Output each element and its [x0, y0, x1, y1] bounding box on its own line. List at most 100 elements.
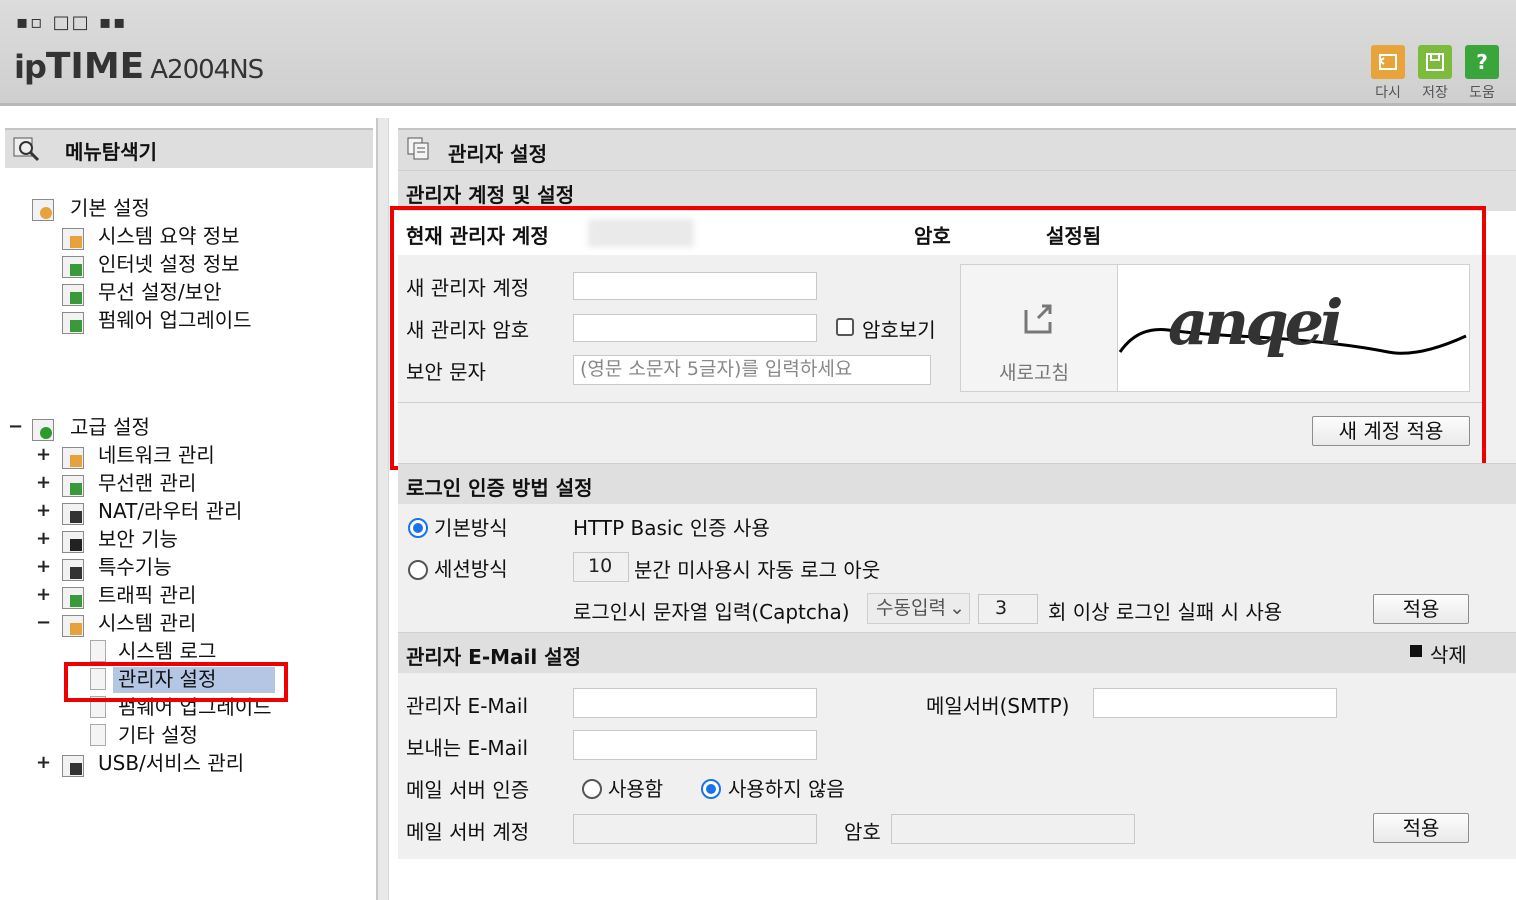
- session-auth-label: 세션방식: [434, 557, 508, 581]
- sidebar-title: 메뉴탐색기: [65, 140, 157, 164]
- collapse-icon[interactable]: −: [36, 612, 51, 633]
- page-icon: [90, 640, 106, 662]
- basic-auth-label: 기본방식: [434, 516, 508, 540]
- highlight-box-sidebar: [64, 662, 288, 702]
- undo-icon: [1378, 54, 1397, 70]
- wireless-icon: [62, 475, 84, 497]
- expand-icon[interactable]: +: [36, 556, 51, 577]
- email-section-header: 관리자 E-Mail 설정 삭제: [398, 632, 1516, 673]
- mail-account-label: 메일 서버 계정: [406, 820, 530, 844]
- tree-internet-info[interactable]: 인터넷 설정 정보: [98, 251, 240, 277]
- captcha-login-label: 로그인시 문자열 입력(Captcha): [573, 600, 850, 624]
- delete-label[interactable]: 삭제: [1430, 639, 1467, 668]
- mail-auth-on-radio[interactable]: [582, 779, 602, 799]
- captcha-mode-select[interactable]: 수동입력 ⌄: [867, 593, 970, 624]
- sidebar-header: 메뉴탐색기: [5, 128, 373, 168]
- tree-traffic[interactable]: 트래픽 관리: [98, 582, 196, 608]
- lock-icon: [62, 531, 84, 553]
- chevron-down-icon: ⌄: [949, 597, 965, 619]
- tree-network[interactable]: 네트워크 관리: [98, 442, 215, 468]
- login-section-title: 로그인 인증 방법 설정: [406, 476, 593, 500]
- email-apply-button[interactable]: 적용: [1373, 813, 1469, 843]
- wireless-icon: [62, 284, 84, 306]
- special-icon: [62, 559, 84, 581]
- tree-wireless[interactable]: 무선랜 관리: [98, 470, 196, 496]
- email-section-title: 관리자 E-Mail 설정: [406, 645, 581, 669]
- smtp-input[interactable]: [1093, 688, 1337, 718]
- highlight-box-account: [390, 206, 1486, 470]
- mail-auth-off-radio[interactable]: [701, 779, 721, 799]
- mail-auth-off-label: 사용하지 않음: [728, 777, 845, 801]
- account-section-header: 관리자 계정 및 설정: [398, 170, 1516, 211]
- mail-password-label: 암호: [844, 820, 881, 844]
- help-label: 도움: [1469, 85, 1495, 101]
- basic-auth-radio[interactable]: [408, 518, 428, 538]
- monitor-icon: [62, 256, 84, 278]
- mail-auth-label: 메일 서버 인증: [406, 778, 530, 802]
- tree-usb-service[interactable]: USB/서비스 관리: [98, 750, 244, 776]
- tree-wireless-security[interactable]: 무선 설정/보안: [98, 279, 222, 305]
- save-icon: [1426, 53, 1444, 71]
- save-label: 저장: [1422, 85, 1448, 101]
- tree-special[interactable]: 특수기능: [98, 554, 172, 580]
- tree-other-settings[interactable]: 기타 설정: [118, 722, 198, 748]
- expand-icon[interactable]: +: [36, 752, 51, 773]
- model-name: A2004NS: [150, 55, 264, 85]
- tree-system-log[interactable]: 시스템 로그: [118, 638, 216, 664]
- tree-nat-router[interactable]: NAT/라우터 관리: [98, 498, 242, 524]
- page-title: 관리자 설정: [448, 142, 547, 166]
- mail-password-input[interactable]: [891, 814, 1135, 844]
- chart-icon: [62, 615, 84, 637]
- expand-icon[interactable]: +: [36, 472, 51, 493]
- tree-system-management[interactable]: 시스템 관리: [98, 610, 196, 636]
- mail-account-input[interactable]: [573, 814, 817, 844]
- captcha-mode-value: 수동입력: [876, 597, 946, 619]
- login-apply-button[interactable]: 적용: [1373, 594, 1469, 624]
- session-auth-radio[interactable]: [408, 560, 428, 580]
- tree-basic-settings[interactable]: 기본 설정: [70, 195, 150, 221]
- document-icon: [407, 137, 429, 160]
- magnifier-icon: [13, 137, 40, 162]
- account-section-title: 관리자 계정 및 설정: [406, 183, 575, 207]
- login-section-header: 로그인 인증 방법 설정: [398, 463, 1516, 504]
- fail-count-input[interactable]: 3: [978, 594, 1038, 624]
- undo-label: 다시: [1375, 85, 1401, 101]
- sender-email-label: 보내는 E-Mail: [406, 736, 529, 760]
- undo-button[interactable]: [1371, 45, 1405, 79]
- help-button[interactable]: ?: [1465, 45, 1499, 79]
- save-button[interactable]: [1418, 45, 1452, 79]
- chart-icon: [62, 228, 84, 250]
- traffic-icon: [62, 587, 84, 609]
- fail-desc: 회 이상 로그인 실패 시 사용: [1048, 600, 1283, 624]
- panel-splitter[interactable]: [376, 118, 389, 900]
- help-icon: ?: [1476, 50, 1488, 74]
- brand-prefix: ip: [14, 48, 47, 86]
- brand-logo-icon: ▪▫ □□ ▪▪: [16, 12, 128, 33]
- tree-system-summary[interactable]: 시스템 요약 정보: [98, 223, 240, 249]
- router-icon: [62, 503, 84, 525]
- session-desc: 분간 미사용시 자동 로그 아웃: [634, 558, 881, 582]
- tree-advanced-settings[interactable]: 고급 설정: [70, 414, 150, 440]
- basic-auth-desc: HTTP Basic 인증 사용: [573, 516, 770, 540]
- expand-icon[interactable]: +: [36, 444, 51, 465]
- admin-email-input[interactable]: [573, 688, 817, 718]
- smtp-label: 메일서버(SMTP): [926, 694, 1070, 718]
- expand-icon[interactable]: +: [36, 500, 51, 521]
- folder-icon: [32, 199, 54, 221]
- folder-icon: [32, 419, 54, 441]
- mail-auth-on-label: 사용함: [608, 777, 664, 801]
- sender-email-input[interactable]: [573, 730, 817, 760]
- usb-icon: [62, 755, 84, 777]
- brand-main: TIME: [45, 46, 145, 87]
- expand-icon[interactable]: +: [36, 584, 51, 605]
- session-minutes-input[interactable]: 10: [573, 552, 629, 582]
- upgrade-icon: [62, 312, 84, 334]
- tree-firmware-upgrade-basic[interactable]: 펌웨어 업그레이드: [98, 307, 252, 333]
- tree-security[interactable]: 보안 기능: [98, 526, 178, 552]
- collapse-icon[interactable]: −: [8, 416, 23, 437]
- brand-title: ipTIME A2004NS: [14, 46, 264, 87]
- network-icon: [62, 447, 84, 469]
- page-icon: [90, 724, 106, 746]
- expand-icon[interactable]: +: [36, 528, 51, 549]
- delete-icon[interactable]: [1410, 645, 1422, 657]
